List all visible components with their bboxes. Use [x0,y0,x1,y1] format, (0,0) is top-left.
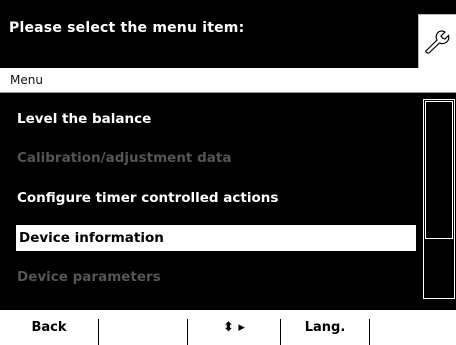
softkey-bar: Back ⬍ ▸ Lang. [0,310,456,345]
section-label: Menu [10,73,43,87]
menu-item-calibration-data[interactable]: Calibration/adjustment data [17,145,231,171]
screen: Please select the menu item: Menu Level … [0,0,456,345]
section-header: Menu [0,68,456,93]
wrench-icon [425,30,450,54]
scrollbar[interactable] [423,99,455,299]
language-button[interactable]: Lang. [281,310,369,345]
softkey-5[interactable] [370,310,456,345]
menu-list: Level the balance Calibration/adjustment… [0,93,456,310]
page-title: Please select the menu item: [9,20,245,36]
menu-item-timer-actions[interactable]: Configure timer controlled actions [17,185,278,211]
back-button[interactable]: Back [0,310,98,345]
menu-item-level-balance[interactable]: Level the balance [17,106,151,132]
scrollbar-thumb[interactable] [425,101,453,239]
header: Please select the menu item: [0,0,456,68]
settings-button[interactable] [418,14,456,68]
menu-item-device-information[interactable]: Device information [16,225,416,251]
up-down-right-arrows-icon: ⬍ ▸ [223,320,245,335]
navigate-button[interactable]: ⬍ ▸ [188,310,280,345]
softkey-2[interactable] [99,310,187,345]
menu-item-device-parameters[interactable]: Device parameters [17,264,161,290]
